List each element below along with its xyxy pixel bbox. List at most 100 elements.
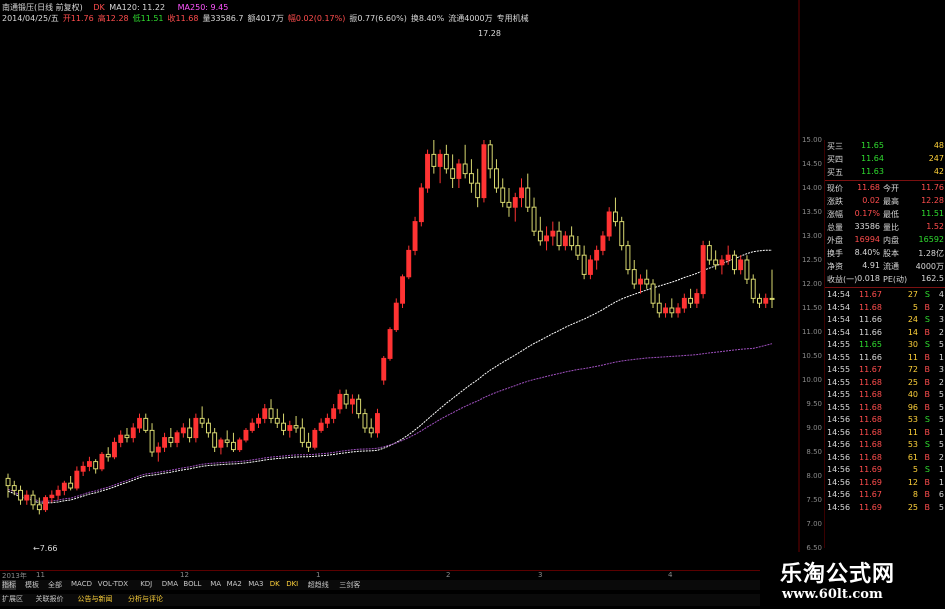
candle [412,216,418,256]
price-tick: 7.00 [806,520,822,528]
candle-body [318,422,324,431]
candle [168,428,174,448]
price-tick: 8.00 [806,472,822,480]
ma-dk-line [7,249,772,504]
candle [619,216,625,251]
tick-count: 1 [938,352,944,362]
extension-tab[interactable]: 分析与评论 [128,594,163,604]
time-tick: 2 [446,571,451,579]
candle-body [400,276,406,304]
indicator-tab[interactable]: 全部 [48,580,62,590]
candle [80,461,86,476]
stat-label: 收益(一) [827,275,858,284]
tick-volume: 5 [912,302,918,312]
candle-body [155,446,161,453]
tick-side: B [924,402,931,412]
indicator-tab[interactable]: DKI [286,580,298,588]
candle [562,231,568,251]
header-stat: 换8.40% [410,14,445,23]
candle [137,413,143,433]
indicator-tab[interactable]: 指标 [2,580,16,590]
extension-tab[interactable]: 扩展区 [2,594,23,604]
indicator-tab[interactable]: VOL-TDX [98,580,128,588]
stat-value: 12.28 [921,196,944,205]
candle-body [124,434,130,439]
candle [450,154,456,188]
candle [306,432,312,452]
tick-count: 1 [938,477,944,487]
tick-volume: 72 [907,365,918,374]
indicator-tab[interactable]: MACD [71,580,92,588]
kline-chart-area[interactable]: 南通锻压(日线 前复权) DK MA120: 11.22 MA250: 9.45… [0,0,800,570]
header-stat: 高12.28 [97,14,129,23]
extension-tab[interactable]: 关联报价 [36,594,64,604]
candle-body [168,437,174,443]
candle-body [30,494,36,506]
indicator-tab[interactable]: MA2 [227,580,242,588]
candle [93,459,99,474]
kline-chart[interactable] [0,0,800,570]
stat-value: 1.52 [926,222,944,231]
candle [512,192,518,222]
candle [481,140,487,203]
stat-label: 涨跌 [827,197,843,206]
indicator-tab[interactable]: 超趋线 [308,580,329,590]
candle-body [494,168,499,189]
candle [387,327,393,361]
candle-body [644,278,650,285]
indicator-tab[interactable]: 模板 [25,580,39,590]
candle [174,430,180,448]
candle [237,437,243,452]
indicator-tab[interactable]: KDJ [140,580,152,588]
tick-price: 11.66 [859,352,882,362]
tick-time: 14:56 [827,415,851,424]
candle [299,418,305,448]
candle-body [525,187,531,208]
candle [750,274,756,304]
candle [105,447,111,462]
candle [281,413,287,436]
candle-body [387,329,393,359]
candle-body [11,485,17,491]
stat-value: 4000万 [915,262,944,271]
candle [243,428,249,443]
tick-price: 11.66 [859,315,882,324]
candle-body [331,408,337,419]
tick-volume: 11 [907,352,918,362]
candle-body [174,432,180,443]
tick-volume: 11 [907,427,918,437]
candle-body [663,307,668,314]
candle [650,279,656,308]
time-axis: 2013年 11 12 1 2 3 4 [0,570,800,580]
stat-value: 11.68 [857,183,880,192]
indicator-tab[interactable]: 三剑客 [339,580,360,590]
trade-tick-row: 14:56 11.69 12 B 1 [825,477,945,489]
extension-tab[interactable]: 公告与新闻 [78,594,113,604]
indicator-tab[interactable]: BOLL [183,580,201,588]
candle [130,423,136,443]
candle-body [544,235,549,242]
candle-body [475,182,481,199]
tick-count: 2 [938,302,944,312]
tick-count: 5 [938,440,944,449]
stat-label: 换手 [827,249,843,258]
indicator-tab[interactable]: DMA [162,580,178,588]
candle [631,260,637,289]
indicator-tab[interactable]: MA [210,580,221,588]
tick-time: 14:54 [827,327,851,337]
candle-body [237,439,243,451]
bid-price: 11.64 [861,154,884,163]
candle-body [681,297,687,309]
candle-body [738,259,744,271]
candle-body [256,417,262,424]
indicator-tab[interactable]: DK [270,580,280,588]
header-stat: 流通4000万 [448,14,493,23]
candle-body [268,408,274,419]
candle-body [118,434,124,443]
candle-body [5,477,11,487]
indicator-tab[interactable]: MA3 [248,580,263,588]
stat-value: 33586 [854,222,880,231]
bid-row: 买三 11.65 48 [825,140,945,153]
bid-price: 11.65 [861,141,884,150]
candle-body [356,398,362,415]
